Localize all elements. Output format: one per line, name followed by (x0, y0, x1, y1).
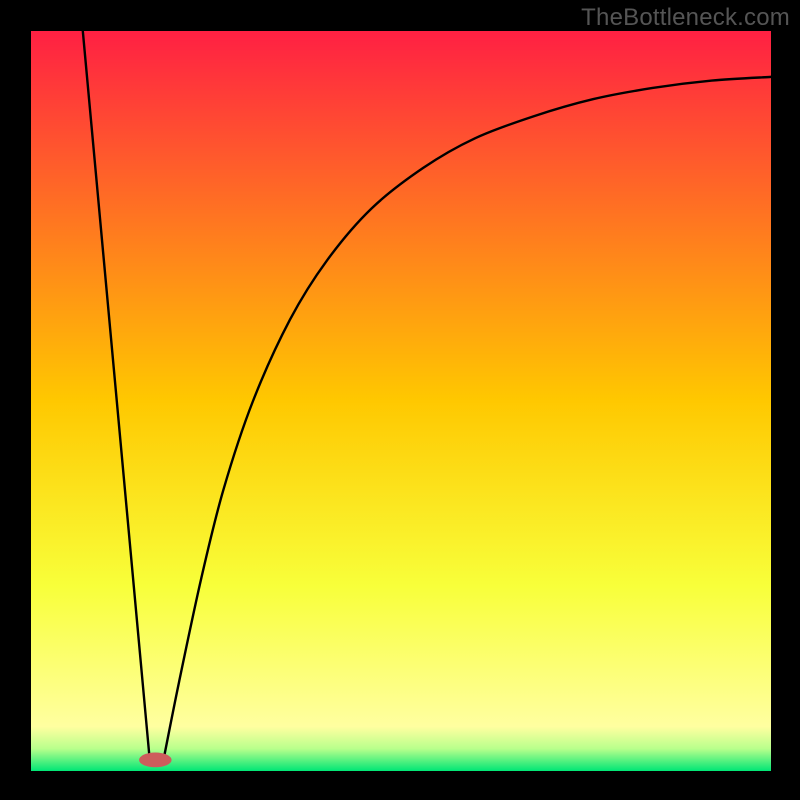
chart-stage: TheBottleneck.com (0, 0, 800, 800)
minimum-marker (139, 753, 172, 768)
plot-background (31, 31, 771, 771)
bottleneck-chart (0, 0, 800, 800)
watermark: TheBottleneck.com (581, 4, 790, 32)
